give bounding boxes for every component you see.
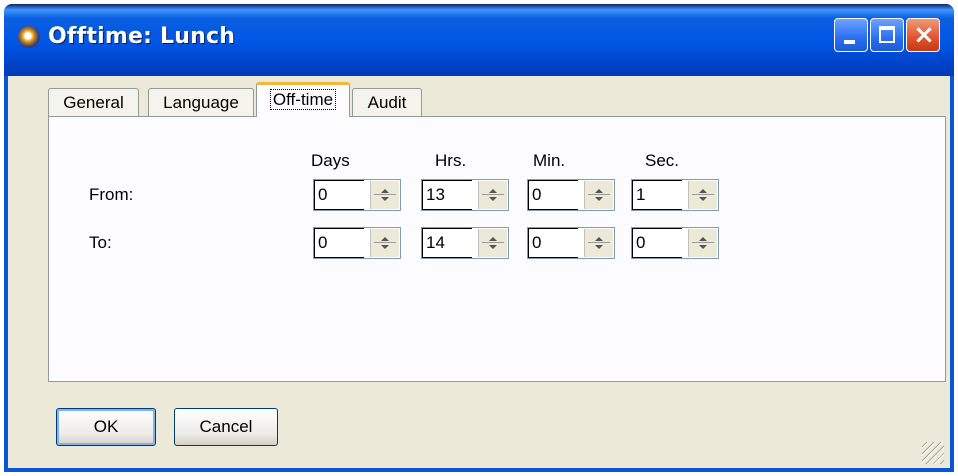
- cancel-button[interactable]: Cancel: [174, 408, 278, 446]
- tab-language[interactable]: Language: [148, 88, 254, 116]
- tab-audit[interactable]: Audit: [352, 88, 422, 116]
- column-header-min: Min.: [533, 151, 566, 170]
- dialog-window: Offtime: Lunch × General Language Off-ti…: [4, 4, 954, 472]
- spin-up-icon[interactable]: [699, 189, 707, 193]
- app-globe-icon[interactable]: [18, 26, 40, 48]
- from-min-spinner[interactable]: 0: [527, 179, 615, 211]
- column-header-hrs: Hrs.: [435, 151, 467, 170]
- ok-button[interactable]: OK: [56, 408, 156, 446]
- close-icon: ×: [913, 20, 935, 50]
- to-min-spin-buttons[interactable]: [584, 229, 613, 257]
- from-sec-input[interactable]: 1: [632, 180, 682, 210]
- to-sec-input[interactable]: 0: [632, 228, 682, 258]
- from-days-spinner[interactable]: 0: [313, 179, 401, 211]
- to-label: To:: [89, 233, 112, 252]
- from-days-input[interactable]: 0: [314, 180, 364, 210]
- spin-up-icon[interactable]: [489, 237, 497, 241]
- maximize-icon: [879, 26, 895, 43]
- to-days-spinner[interactable]: 0: [313, 227, 401, 259]
- to-sec-spin-buttons[interactable]: [688, 229, 717, 257]
- tab-general[interactable]: General: [48, 88, 139, 116]
- from-label: From:: [89, 185, 134, 204]
- spin-down-icon[interactable]: [381, 197, 389, 201]
- from-days-spin-buttons[interactable]: [370, 181, 399, 209]
- to-hrs-input[interactable]: 14: [422, 228, 472, 258]
- title-bar[interactable]: Offtime: Lunch ×: [4, 4, 954, 76]
- to-hrs-spinner[interactable]: 14: [421, 227, 509, 259]
- spin-up-icon[interactable]: [489, 189, 497, 193]
- to-hrs-spin-buttons[interactable]: [478, 229, 507, 257]
- spin-down-icon[interactable]: [595, 245, 603, 249]
- from-min-spin-buttons[interactable]: [584, 181, 613, 209]
- spin-up-icon[interactable]: [381, 237, 389, 241]
- spin-down-icon[interactable]: [595, 197, 603, 201]
- to-min-input[interactable]: 0: [528, 228, 578, 258]
- spin-down-icon[interactable]: [381, 245, 389, 249]
- from-hrs-spinner[interactable]: 13: [421, 179, 509, 211]
- from-min-input[interactable]: 0: [528, 180, 578, 210]
- spin-up-icon[interactable]: [381, 189, 389, 193]
- to-min-spinner[interactable]: 0: [527, 227, 615, 259]
- maximize-button[interactable]: [870, 18, 904, 52]
- window-title: Offtime: Lunch: [48, 24, 236, 49]
- from-sec-spin-buttons[interactable]: [688, 181, 717, 209]
- spin-down-icon[interactable]: [699, 197, 707, 201]
- spin-down-icon[interactable]: [489, 197, 497, 201]
- column-header-days: Days: [311, 151, 350, 170]
- dialog-body: General Language Off-time Audit Days Hrs…: [8, 76, 950, 468]
- to-days-spin-buttons[interactable]: [370, 229, 399, 257]
- minimize-button[interactable]: [834, 18, 868, 52]
- tab-off-time[interactable]: Off-time: [256, 82, 350, 117]
- spin-up-icon[interactable]: [595, 189, 603, 193]
- from-hrs-input[interactable]: 13: [422, 180, 472, 210]
- spin-down-icon[interactable]: [489, 245, 497, 249]
- minimize-icon: [844, 40, 855, 44]
- column-header-sec: Sec.: [645, 151, 680, 170]
- to-days-input[interactable]: 0: [314, 228, 364, 258]
- spin-up-icon[interactable]: [699, 237, 707, 241]
- tab-off-time-label: Off-time: [269, 89, 337, 110]
- off-time-panel: Days Hrs. Min. Sec. From: To: 0 13 0 1 0…: [48, 116, 946, 382]
- close-button[interactable]: ×: [906, 18, 940, 52]
- from-hrs-spin-buttons[interactable]: [478, 181, 507, 209]
- spin-up-icon[interactable]: [595, 237, 603, 241]
- to-sec-spinner[interactable]: 0: [631, 227, 719, 259]
- resize-grip-icon[interactable]: [922, 442, 944, 464]
- from-sec-spinner[interactable]: 1: [631, 179, 719, 211]
- spin-down-icon[interactable]: [699, 245, 707, 249]
